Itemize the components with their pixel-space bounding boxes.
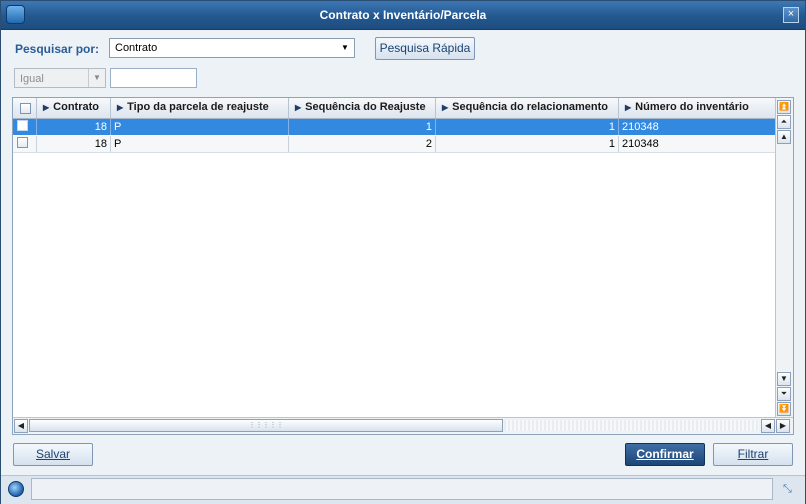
column-header-seq-reajuste[interactable]: ▶ Sequência do Reajuste <box>289 98 436 118</box>
scroll-page-up-icon[interactable]: ⏶ <box>777 115 791 129</box>
scroll-left-icon[interactable]: ◀ <box>14 419 28 433</box>
scroll-page-down-icon[interactable]: ⏷ <box>777 387 791 401</box>
column-header-tipo[interactable]: ▶ Tipo da parcela de reajuste <box>111 98 289 118</box>
close-button[interactable]: × <box>783 7 799 23</box>
search-label: Pesquisar por: <box>15 42 100 56</box>
cell-seq-relacionamento[interactable]: 1 <box>436 136 619 152</box>
search-value-input[interactable] <box>110 68 197 88</box>
column-header-inventario[interactable]: ▶ Número do inventário <box>619 98 777 118</box>
column-label: Contrato <box>53 101 99 113</box>
column-header-contrato[interactable]: ▶ Contrato <box>37 98 111 118</box>
cell-inventario[interactable]: 210348 <box>619 136 777 152</box>
horizontal-scrollbar[interactable]: ◀ ⋮⋮⋮⋮⋮ ◀ ▶ <box>13 417 793 434</box>
results-grid: ▶ Contrato ▶ Tipo da parcela de reajuste ▶… <box>12 97 794 435</box>
cell-contrato[interactable]: 18 <box>37 119 111 135</box>
quick-search-button[interactable]: Pesquisa Rápida <box>375 37 475 60</box>
scroll-down-icon[interactable]: ▼ <box>777 372 791 386</box>
sort-arrow-icon: ▶ <box>43 103 50 112</box>
globe-icon[interactable] <box>8 481 24 497</box>
comparison-select[interactable]: Igual ▼ <box>14 68 106 88</box>
row-select-cell <box>13 136 37 152</box>
cell-seq-reajuste[interactable]: 1 <box>289 119 436 135</box>
search-field-value: Contrato <box>115 42 158 54</box>
chevron-down-icon[interactable]: ▼ <box>88 69 105 87</box>
horizontal-scroll-track[interactable] <box>504 420 759 431</box>
status-bar: ⤡ <box>1 475 805 504</box>
sort-arrow-icon: ▶ <box>295 103 302 112</box>
close-icon: × <box>787 8 795 20</box>
window-title: Contrato x Inventário/Parcela <box>319 8 487 22</box>
cell-tipo[interactable]: P <box>111 136 289 152</box>
select-all-checkbox[interactable] <box>20 103 31 114</box>
dialog-window: Contrato x Inventário/Parcela × Pesquisa… <box>0 0 806 504</box>
comparison-value: Igual <box>20 73 44 85</box>
select-all-cell <box>13 98 37 118</box>
sort-arrow-icon: ▶ <box>442 103 449 112</box>
cell-seq-reajuste[interactable]: 2 <box>289 136 436 152</box>
column-label: Tipo da parcela de reajuste <box>127 101 269 113</box>
table-row[interactable]: 18 P 1 1 210348 <box>13 119 777 135</box>
column-label: Número do inventário <box>635 101 749 113</box>
scroll-top-icon[interactable]: ⏫ <box>777 100 791 114</box>
cell-seq-relacionamento[interactable]: 1 <box>436 119 619 135</box>
sort-arrow-icon: ▶ <box>117 103 124 112</box>
save-button[interactable]: Salvar <box>13 443 93 466</box>
row-select-cell <box>13 119 37 135</box>
title-bar[interactable]: Contrato x Inventário/Parcela × <box>1 1 805 30</box>
table-row[interactable]: 18 P 2 1 210348 <box>13 136 777 153</box>
scroll-up-icon[interactable]: ▲ <box>777 130 791 144</box>
sort-arrow-icon: ▶ <box>625 103 632 112</box>
horizontal-scroll-thumb[interactable]: ⋮⋮⋮⋮⋮ <box>29 419 503 432</box>
grid-header: ▶ Contrato ▶ Tipo da parcela de reajuste ▶… <box>13 98 777 119</box>
chevron-down-icon[interactable]: ▼ <box>338 41 352 55</box>
cell-inventario[interactable]: 210348 <box>619 119 777 135</box>
column-header-seq-relacionamento[interactable]: ▶ Sequência do relacionamento <box>436 98 619 118</box>
scroll-right-icon[interactable]: ▶ <box>776 419 790 433</box>
scroll-bottom-icon[interactable]: ⏬ <box>777 402 791 416</box>
cell-tipo[interactable]: P <box>111 119 289 135</box>
column-label: Sequência do Reajuste <box>305 101 426 113</box>
column-label: Sequência do relacionamento <box>452 101 609 113</box>
status-field <box>31 478 773 500</box>
resize-icon[interactable]: ⤡ <box>783 483 797 495</box>
row-checkbox[interactable] <box>17 137 28 148</box>
cell-contrato[interactable]: 18 <box>37 136 111 152</box>
confirm-button[interactable]: Confirmar <box>625 443 705 466</box>
search-field-select[interactable]: Contrato ▼ <box>109 38 355 58</box>
vertical-scrollbar[interactable]: ⏫ ⏶ ▲ ▼ ⏷ ⏬ <box>775 98 793 418</box>
row-checkbox[interactable] <box>17 120 28 131</box>
filter-button[interactable]: Filtrar <box>713 443 793 466</box>
scroll-left-icon[interactable]: ◀ <box>761 419 775 433</box>
